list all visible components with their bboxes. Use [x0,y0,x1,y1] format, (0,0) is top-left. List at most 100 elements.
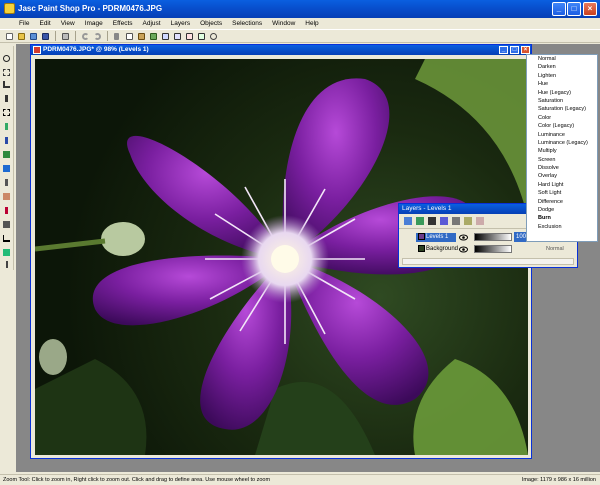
menu-file[interactable]: File [14,18,34,29]
settings-icon[interactable] [208,31,219,42]
retouch-tool-icon[interactable] [2,164,12,174]
image-maximize-button[interactable]: □ [510,46,519,54]
minimize-button[interactable]: _ [552,2,566,16]
scratch-remover-icon[interactable] [2,178,12,188]
standard-toolbar [0,29,600,43]
image-minimize-button[interactable]: _ [499,46,508,54]
toolbar-divider [55,31,56,41]
new-raster-layer-icon[interactable] [403,216,413,226]
airbrush-tool-icon[interactable] [2,220,12,230]
maximize-button[interactable]: □ [567,2,581,16]
blend-mode-option[interactable]: Burn [527,214,597,222]
opacity-gradient-bar [474,233,512,241]
layer-properties-icon[interactable] [463,216,473,226]
clone-tool-icon[interactable] [2,150,12,160]
menu-view[interactable]: View [56,18,80,29]
menu-image[interactable]: Image [80,18,108,29]
blend-mode-option[interactable]: Saturation (Legacy) [527,105,597,113]
print-icon[interactable] [60,31,71,42]
mover-tool-icon[interactable] [2,94,12,104]
menu-help[interactable]: Help [300,18,323,29]
blend-mode-option[interactable]: Hard Light [527,181,597,189]
picture-tube-icon[interactable] [2,206,12,216]
blend-mode-option[interactable]: Soft Light [527,189,597,197]
paste-new-icon[interactable] [148,31,159,42]
new-vector-layer-icon[interactable] [415,216,425,226]
browse-icon[interactable] [28,31,39,42]
menu-edit[interactable]: Edit [34,18,55,29]
blend-mode-option[interactable]: Exclusion [527,223,597,231]
blend-mode-option[interactable]: Lighten [527,72,597,80]
blend-mode-option[interactable]: Hue (Legacy) [527,89,597,97]
menu-adjust[interactable]: Adjust [138,18,166,29]
layer-row[interactable]: Background Normal [402,244,574,255]
paste-icon[interactable] [136,31,147,42]
menu-effects[interactable]: Effects [108,18,138,29]
crop-icon[interactable] [160,31,171,42]
menu-bar: File Edit View Image Effects Adjust Laye… [0,18,600,29]
layers-horizontal-scrollbar[interactable] [402,258,574,265]
menu-layers[interactable]: Layers [166,18,196,29]
menu-selections[interactable]: Selections [227,18,267,29]
eraser-tool-icon[interactable] [2,192,12,202]
link-layers-icon[interactable] [475,216,485,226]
open-folder-icon[interactable] [16,31,27,42]
cut-icon[interactable] [112,31,123,42]
blend-mode-option[interactable]: Normal [527,55,597,63]
blend-mode-option[interactable]: Darken [527,63,597,71]
resize-icon[interactable] [172,31,183,42]
blend-mode-option[interactable]: Color [527,114,597,122]
undo-icon[interactable] [80,31,91,42]
opacity-gradient-bar [474,245,512,253]
image-info: Image: 1179 x 986 x 16 million [521,477,596,483]
new-file-icon[interactable] [4,31,15,42]
visibility-eye-icon[interactable] [459,233,468,242]
visibility-eye-icon[interactable] [459,245,468,254]
toolbar-divider [107,31,108,41]
status-message: Zoom Tool: Click to zoom in, Right click… [3,477,271,483]
image-doc-icon [33,46,41,54]
crop-tool-icon[interactable] [2,80,12,90]
toolbar-divider [75,31,76,41]
menu-objects[interactable]: Objects [195,18,227,29]
rotate-icon[interactable] [196,31,207,42]
image-window-title-bar[interactable]: PDRM0476.JPG* @ 98% (Levels 1) _ □ × [31,45,531,55]
pen-tool-icon[interactable] [2,260,12,270]
flip-icon[interactable] [184,31,195,42]
blend-mode-option[interactable]: Dodge [527,206,597,214]
paintbrush-tool-icon[interactable] [2,136,12,146]
tool-palette [0,46,14,270]
blend-mode-option[interactable]: Dissolve [527,164,597,172]
delete-layer-icon[interactable] [451,216,461,226]
new-mask-icon[interactable] [427,216,437,226]
dropper-tool-icon[interactable] [2,122,12,132]
app-title: Jasc Paint Shop Pro - PDRM0476.JPG [18,4,163,13]
menu-window[interactable]: Window [267,18,300,29]
zoom-tool-icon[interactable] [2,54,12,64]
fill-tool-icon[interactable] [2,248,12,258]
save-icon[interactable] [40,31,51,42]
blend-mode-option[interactable]: Hue [527,80,597,88]
layer-blend-mode[interactable]: Normal [546,244,572,254]
blend-mode-option[interactable]: Saturation [527,97,597,105]
layers-palette-title: Layers - Levels 1 [402,205,452,212]
blend-mode-option[interactable]: Overlay [527,172,597,180]
layer-thumbnail [418,233,425,240]
text-tool-icon[interactable] [2,234,12,244]
copy-icon[interactable] [124,31,135,42]
blend-mode-dropdown[interactable]: Normal Darken Lighten Hue Hue (Legacy) Satura… [526,54,598,242]
redo-icon[interactable] [92,31,103,42]
blend-mode-option[interactable]: Multiply [527,147,597,155]
image-close-button[interactable]: × [521,46,530,54]
app-title-bar: Jasc Paint Shop Pro - PDRM0476.JPG _ □ × [0,0,600,18]
adjustment-layer-icon[interactable] [439,216,449,226]
psp-app-icon [4,3,15,14]
blend-mode-option[interactable]: Difference [527,198,597,206]
blend-mode-option[interactable]: Color (Legacy) [527,122,597,130]
close-button[interactable]: × [583,2,597,16]
selection-tool-icon[interactable] [2,108,12,118]
blend-mode-option[interactable]: Screen [527,156,597,164]
blend-mode-option[interactable]: Luminance (Legacy) [527,139,597,147]
blend-mode-option[interactable]: Luminance [527,131,597,139]
deform-tool-icon[interactable] [2,68,12,78]
